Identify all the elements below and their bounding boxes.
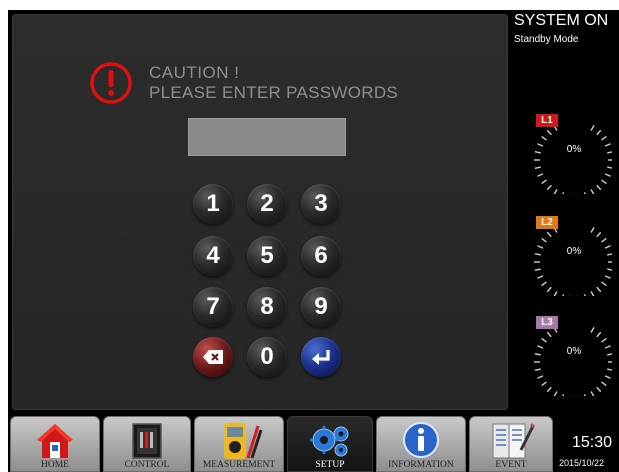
gauge-label: L3 — [536, 316, 558, 329]
gauge-l2: L2 0% — [522, 216, 612, 296]
nav-label: SETUP — [315, 460, 345, 470]
key-5[interactable]: 5 — [247, 236, 287, 276]
caution-message: PLEASE ENTER PASSWORDS — [149, 83, 399, 102]
gears-icon — [310, 426, 349, 457]
key-6[interactable]: 6 — [301, 236, 341, 276]
nav-label: HOME — [41, 460, 69, 470]
key-4[interactable]: 4 — [193, 236, 233, 276]
home-icon — [37, 424, 73, 458]
delete-button[interactable] — [193, 337, 233, 377]
event-log-icon — [492, 422, 535, 459]
nav-label: EVENT — [495, 460, 527, 470]
nav-label: CONTROL — [124, 460, 170, 470]
nav-control[interactable]: CONTROL — [103, 416, 191, 472]
multimeter-icon — [224, 423, 263, 459]
clock-time: 15:30 — [572, 434, 613, 451]
enter-button[interactable] — [301, 337, 341, 377]
nav-label: INFORMATION — [388, 460, 454, 470]
control-icon — [132, 423, 162, 459]
system-status: SYSTEM ON — [514, 12, 609, 29]
gauge-l1: L1 0% — [522, 114, 612, 194]
nav-label: MEASUREMENT — [202, 460, 276, 470]
key-0[interactable]: 0 — [247, 337, 287, 377]
gauge-label: L1 — [536, 114, 558, 127]
key-3[interactable]: 3 — [301, 184, 341, 224]
gauge-value: 0% — [566, 144, 582, 155]
nav-setup[interactable]: SETUP — [287, 416, 373, 472]
key-1[interactable]: 1 — [193, 184, 233, 224]
enter-icon — [312, 350, 330, 365]
password-field[interactable] — [188, 118, 346, 156]
caution-title: CAUTION ! — [149, 63, 240, 82]
nav-information[interactable]: INFORMATION — [376, 416, 466, 472]
key-9[interactable]: 9 — [301, 287, 341, 327]
gauge-l3: L3 0% — [522, 316, 612, 396]
ups-screen: CAUTION ! PLEASE ENTER PASSWORDS 1 2 3 4… — [8, 10, 619, 472]
gauge-value: 0% — [566, 246, 582, 257]
key-7[interactable]: 7 — [193, 287, 233, 327]
password-dialog: CAUTION ! PLEASE ENTER PASSWORDS 1 2 3 4… — [12, 14, 508, 410]
gauge-label: L2 — [536, 216, 558, 229]
backspace-icon — [203, 350, 223, 364]
key-2[interactable]: 2 — [247, 184, 287, 224]
key-8[interactable]: 8 — [247, 287, 287, 327]
nav-measurement[interactable]: MEASUREMENT — [194, 416, 284, 472]
nav-home[interactable]: HOME — [10, 416, 100, 472]
caution-icon — [90, 62, 132, 104]
clock-date: 2015/10/22 — [559, 458, 605, 468]
system-mode: Standby Mode — [514, 34, 579, 45]
nav-event[interactable]: EVENT — [469, 416, 553, 472]
info-icon — [403, 422, 439, 458]
gauge-value: 0% — [566, 346, 582, 357]
bottom-nav: HOME CONTROL MEASUREMENT SETUP INFORMATI… — [8, 410, 619, 472]
